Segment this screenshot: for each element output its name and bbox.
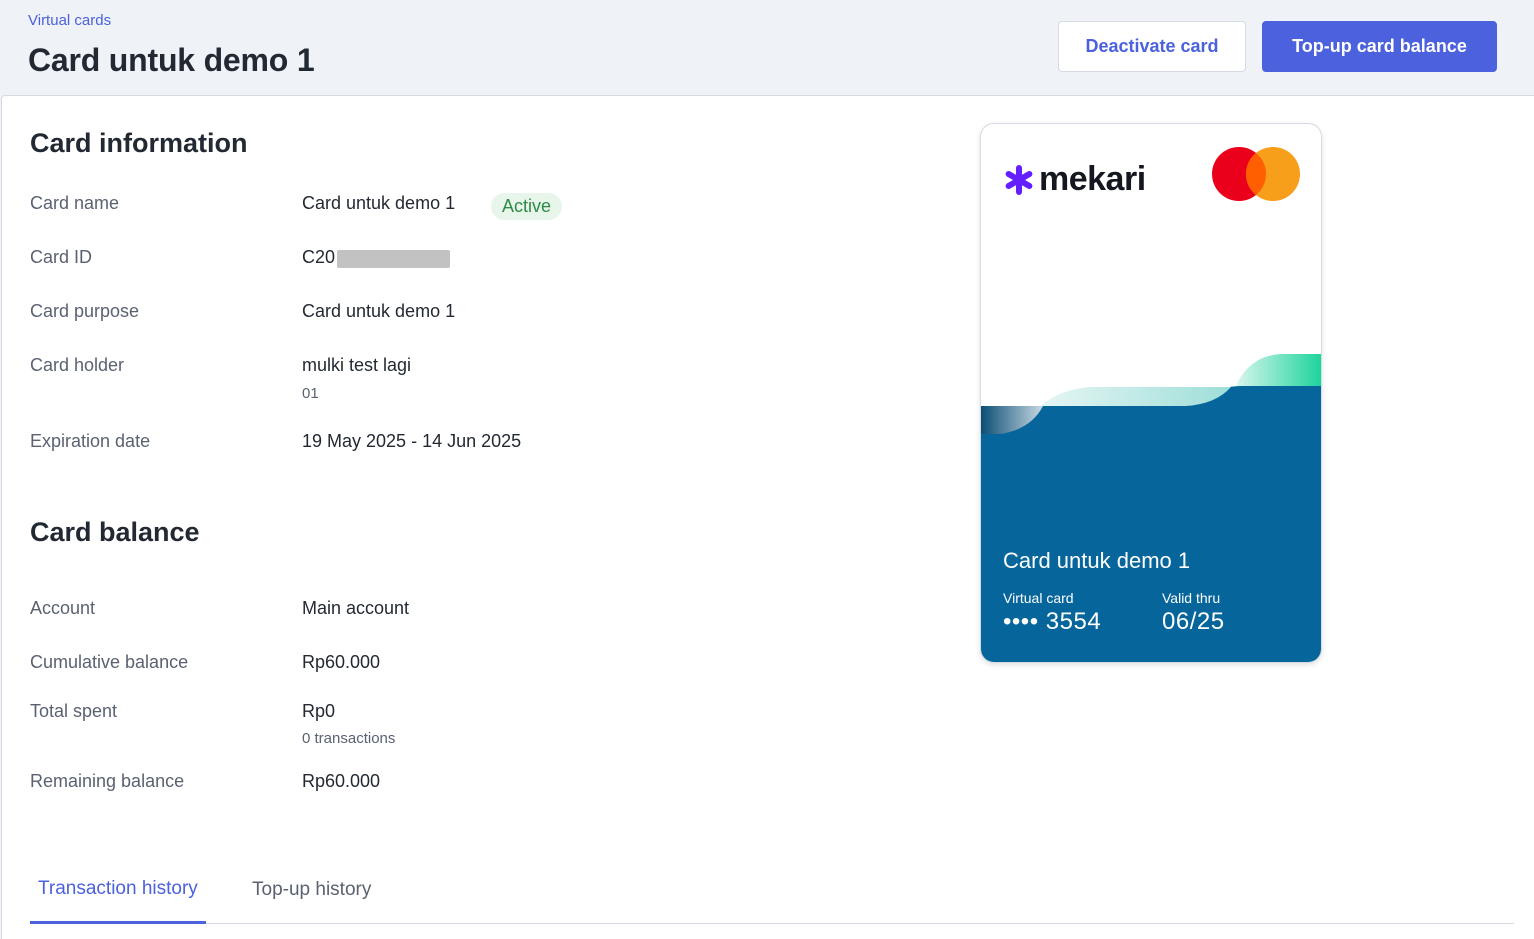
card-information-title: Card information — [30, 128, 248, 158]
card-holder-id: 01 — [302, 385, 319, 402]
card-detail-panel: Card information Card name Card untuk de… — [1, 95, 1534, 939]
card-masked-number: •••• 3554 — [1003, 608, 1102, 635]
card-purpose-value: Card untuk demo 1 — [302, 301, 456, 321]
cumulative-balance-value: Rp60.000 — [302, 652, 381, 672]
breadcrumb-virtual-cards[interactable]: Virtual cards — [28, 12, 111, 29]
card-type-label: Virtual card — [1003, 590, 1074, 606]
cumulative-balance-label: Cumulative balance — [30, 652, 189, 672]
card-holder-value: mulki test lagi — [302, 355, 412, 375]
card-id-value: C20 — [302, 247, 336, 267]
card-holder-label: Card holder — [30, 355, 125, 375]
card-name-value: Card untuk demo 1 — [302, 193, 456, 213]
history-tabs: Transaction history Top-up history — [30, 856, 1514, 924]
account-label: Account — [30, 598, 96, 618]
remaining-balance-label: Remaining balance — [30, 771, 185, 791]
expiration-date-label: Expiration date — [30, 431, 151, 451]
virtual-card-preview: mekari Card untuk demo 1 Virtual card ••… — [980, 123, 1322, 663]
total-spent-label: Total spent — [30, 701, 118, 721]
card-balance-title: Card balance — [30, 517, 200, 547]
valid-thru-label: Valid thru — [1162, 590, 1221, 606]
card-visual-name: Card untuk demo 1 — [1003, 548, 1191, 573]
card-purpose-label: Card purpose — [30, 301, 140, 321]
account-value: Main account — [302, 598, 410, 618]
remaining-balance-value: Rp60.000 — [302, 771, 381, 791]
redacted-card-id — [337, 250, 450, 268]
mekari-brand-text: mekari — [1039, 160, 1146, 198]
topup-card-balance-button[interactable]: Top-up card balance — [1262, 21, 1497, 72]
tab-topup-history[interactable]: Top-up history — [244, 856, 379, 924]
tab-transaction-history[interactable]: Transaction history — [30, 856, 206, 924]
card-id-label: Card ID — [30, 247, 93, 267]
total-spent-value: Rp0 — [302, 701, 336, 721]
transaction-count: 0 transactions — [302, 730, 396, 747]
expiration-date-value: 19 May 2025 - 14 Jun 2025 — [302, 431, 522, 451]
mastercard-icon — [1212, 147, 1300, 201]
status-badge: Active — [491, 193, 563, 220]
valid-thru-value: 06/25 — [1162, 608, 1225, 635]
page-header: Virtual cards Card untuk demo 1 Deactiva… — [0, 0, 1534, 96]
deactivate-card-button[interactable]: Deactivate card — [1058, 21, 1246, 72]
mekari-logo: mekari — [1003, 160, 1146, 199]
mekari-asterisk-icon — [1005, 164, 1033, 195]
card-name-label: Card name — [30, 193, 120, 213]
page-title: Card untuk demo 1 — [28, 42, 315, 78]
